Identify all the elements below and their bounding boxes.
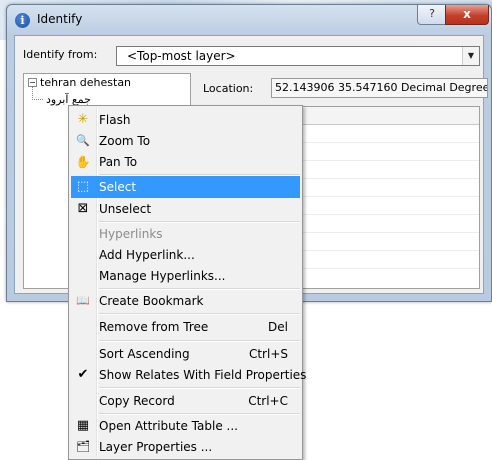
info-icon: i — [15, 13, 30, 28]
menu-item-select[interactable]: ⬚ Select — [71, 176, 300, 198]
attribute-table-icon: ▦ — [76, 418, 90, 433]
menu-item-zoom-to[interactable]: 🔍 Zoom To — [71, 130, 300, 152]
menu-item-label: Add Hyperlink... — [99, 248, 195, 262]
menu-item-remove-from-tree[interactable]: Remove from Tree Del — [71, 316, 300, 338]
menu-item-label: Show Relates With Field Properties — [99, 368, 307, 382]
unselect-feature-icon: ⊠ — [77, 201, 89, 216]
flash-icon: ✳ — [77, 112, 89, 127]
bookmark-icon: 📖 — [76, 294, 90, 307]
menu-item-unselect[interactable]: ⊠ Unselect — [71, 198, 300, 220]
identify-from-value: <Top-most layer> — [127, 49, 236, 63]
menu-item-shortcut: Ctrl+S — [248, 347, 288, 361]
menu-separator — [99, 313, 300, 315]
menu-item-label: Hyperlinks — [99, 227, 163, 241]
chevron-down-icon[interactable]: ▼ — [462, 47, 479, 65]
menu-item-hyperlinks: Hyperlinks — [71, 223, 300, 245]
menu-item-open-attribute-table[interactable]: ▦ Open Attribute Table ... — [71, 415, 300, 437]
help-button[interactable]: ? — [417, 5, 447, 25]
menu-item-flash[interactable]: ✳ Flash — [71, 109, 300, 131]
menu-item-label: Sort Ascending — [99, 347, 190, 361]
menu-item-show-relates[interactable]: ✔ Show Relates With Field Properties — [71, 364, 307, 386]
location-field[interactable]: 52.143906 35.547160 Decimal Degrees — [271, 78, 488, 98]
pan-hand-icon: ✋ — [75, 155, 91, 169]
tree-connector — [32, 86, 43, 100]
menu-item-sort-ascending[interactable]: Sort Ascending Ctrl+S — [71, 343, 300, 365]
close-button[interactable]: x — [445, 5, 489, 25]
window-title: Identify — [37, 12, 83, 26]
identify-from-label: Identify from: — [23, 48, 98, 61]
tree-item-layer[interactable]: − tehran dehestan — [28, 76, 131, 89]
menu-item-label: Create Bookmark — [99, 294, 204, 308]
menu-separator — [99, 340, 300, 342]
menu-item-label: Unselect — [99, 202, 152, 216]
layer-properties-icon: 🗂 — [76, 440, 90, 453]
menu-item-layer-properties[interactable]: 🗂 Layer Properties ... — [71, 436, 300, 458]
tree-item-label: tehran dehestan — [40, 76, 132, 89]
menu-item-label: Select — [99, 180, 137, 194]
zoom-to-icon: 🔍 — [76, 134, 90, 147]
menu-item-label: Remove from Tree — [99, 320, 209, 334]
identify-from-dropdown[interactable]: <Top-most layer> ▼ — [116, 46, 480, 66]
menu-separator — [99, 387, 300, 389]
location-label: Location: — [203, 82, 254, 95]
menu-item-label: Copy Record — [99, 394, 175, 408]
context-menu: ✳ Flash 🔍 Zoom To ✋ Pan To ⬚ Select ⊠ Un… — [68, 105, 307, 460]
menu-item-label: Layer Properties ... — [99, 440, 213, 454]
menu-item-add-hyperlink[interactable]: Add Hyperlink... — [71, 244, 300, 266]
menu-item-shortcut: Ctrl+C — [248, 394, 288, 408]
menu-item-label: Manage Hyperlinks... — [99, 269, 226, 283]
menu-item-shortcut: Del — [268, 320, 288, 334]
menu-item-copy-record[interactable]: Copy Record Ctrl+C — [71, 390, 300, 412]
title-bar[interactable]: i Identify ? x — [7, 5, 491, 35]
menu-item-label: Zoom To — [99, 134, 151, 148]
menu-item-label: Flash — [99, 113, 131, 127]
menu-item-pan-to[interactable]: ✋ Pan To — [71, 151, 300, 173]
checkmark-icon: ✔ — [77, 367, 89, 382]
menu-item-label: Open Attribute Table ... — [99, 419, 238, 433]
menu-item-manage-hyperlinks[interactable]: Manage Hyperlinks... — [71, 265, 300, 287]
select-feature-icon: ⬚ — [76, 179, 90, 194]
menu-item-label: Pan To — [99, 155, 138, 169]
menu-item-create-bookmark[interactable]: 📖 Create Bookmark — [71, 290, 300, 312]
